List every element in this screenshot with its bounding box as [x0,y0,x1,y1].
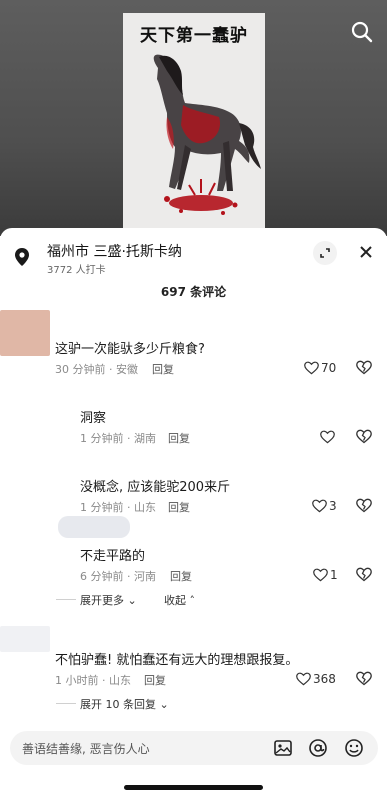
horse-illustration [153,54,261,215]
painting-image: 天下第一蠢驴 [123,13,265,235]
location-pin-icon [15,248,29,266]
comment-text[interactable]: 不怕驴蠢! 就怕蠢还有远大的理想跟报复。 [55,649,298,668]
comment-meta: 1 小时前 · 山东 [55,674,131,687]
comment-meta: 30 分钟前 · 安徽 [55,363,138,376]
chevron-down-icon: ⌄ [127,594,137,607]
comment-meta: 1 分钟前 · 湖南 [80,432,156,445]
reply-button[interactable]: 回复 [152,361,174,377]
broken-heart-icon[interactable] [356,498,372,513]
expand-more-button[interactable]: 展开更多 ⌄ [80,592,137,608]
heart-icon [312,499,327,513]
heart-icon [313,568,328,582]
image-icon[interactable] [273,738,293,758]
broken-heart-icon[interactable] [356,429,372,444]
comment-text[interactable]: 洞察 [80,407,106,426]
at-icon[interactable] [308,738,328,758]
reply-button[interactable]: 回复 [168,499,190,515]
broken-heart-icon[interactable] [356,567,372,582]
expand-icon [320,248,330,258]
like-count: 70 [321,361,337,375]
like-button[interactable]: 1 [313,566,338,584]
expand-replies-label: 展开 10 条回复 [80,698,156,711]
avatar[interactable] [0,626,50,652]
chevron-down-icon: ⌄ [159,698,169,711]
comment-input[interactable]: 善语结善缘, 恶言伤人心 [22,740,150,757]
comment-input-bar[interactable]: 善语结善缘, 恶言伤人心 [10,731,378,765]
collapse-label: 收起 [164,594,186,607]
like-button[interactable]: 3 [312,497,337,515]
expand-more-label: 展开更多 [80,594,124,607]
chevron-up-icon: ˄ [189,594,196,607]
search-icon[interactable] [350,20,374,44]
expand-replies-button[interactable]: 展开 10 条回复 ⌄ [80,696,169,712]
reply-button[interactable]: 回复 [170,568,192,584]
comment-meta: 1 分钟前 · 山东 [80,501,156,514]
comment-meta: 6 分钟前 · 河南 [80,570,156,583]
location-title[interactable]: 福州市 三盛·托斯卡纳 [47,241,182,261]
checkin-count: 3772 人打卡 [47,265,106,276]
thread-divider [56,703,76,704]
video-background[interactable]: 天下第一蠢驴 [0,0,387,236]
collapse-button[interactable]: 收起 ˄ [164,592,195,608]
avatar[interactable] [0,310,50,356]
like-button[interactable]: 70 [304,359,336,377]
comment-text[interactable]: 不走平路的 [80,545,145,564]
broken-heart-icon[interactable] [356,360,372,375]
reply-button[interactable]: 回复 [144,672,166,688]
like-count: 368 [313,672,336,686]
like-button[interactable]: 368 [296,670,336,688]
comment-text[interactable]: 这驴一次能驮多少斤粮食? [55,338,205,357]
expand-button[interactable] [313,241,337,265]
heart-icon [320,430,335,444]
close-icon[interactable] [354,240,378,264]
broken-heart-icon[interactable] [356,671,372,686]
thread-divider [56,599,76,600]
like-button[interactable] [320,428,335,446]
comment-count: 697 条评论 [160,285,227,299]
reply-button[interactable]: 回复 [168,430,190,446]
location-header[interactable]: 福州市 三盛·托斯卡纳 3772 人打卡 [0,228,387,278]
heart-icon [304,361,319,375]
like-count: 1 [330,568,338,582]
like-count: 3 [329,499,337,513]
emoji-icon[interactable] [344,738,364,758]
home-indicator[interactable] [124,785,263,790]
avatar[interactable] [58,516,130,538]
comment-text[interactable]: 没概念, 应该能驼200来斤 [80,476,230,495]
heart-icon [296,672,311,686]
comments-sheet: 福州市 三盛·托斯卡纳 3772 人打卡 697 条评论 这驴一次能驮多少斤粮食… [0,228,387,800]
